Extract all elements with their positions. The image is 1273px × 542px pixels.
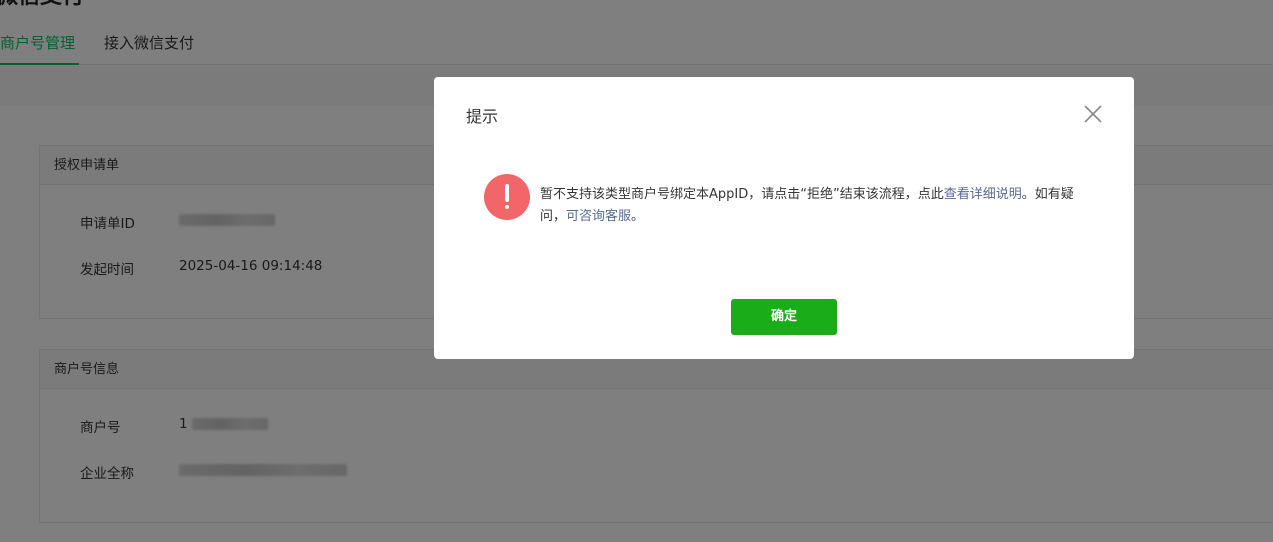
customer-service-link[interactable]: 可咨询客服 [566,209,631,224]
dialog-title: 提示 [466,107,499,126]
close-icon[interactable] [1082,103,1104,125]
warning-icon [484,174,530,220]
confirm-button[interactable]: 确定 [731,299,837,335]
alert-dialog: 提示 暂不支持该类型商户号绑定本AppID，请点击“拒绝”结束该流程，点此查看详… [434,77,1134,359]
message-text-3: 。 [631,209,645,224]
details-link[interactable]: 查看详细说明 [944,187,1022,202]
dialog-message: 暂不支持该类型商户号绑定本AppID，请点击“拒绝”结束该流程，点此查看详细说明… [540,184,1096,228]
message-text-1: 暂不支持该类型商户号绑定本AppID，请点击“拒绝”结束该流程，点此 [540,187,944,202]
page: 微信支付 商户号管理 接入微信支付 授权申请单 申请单ID 发起时间 2025-… [0,0,1273,542]
